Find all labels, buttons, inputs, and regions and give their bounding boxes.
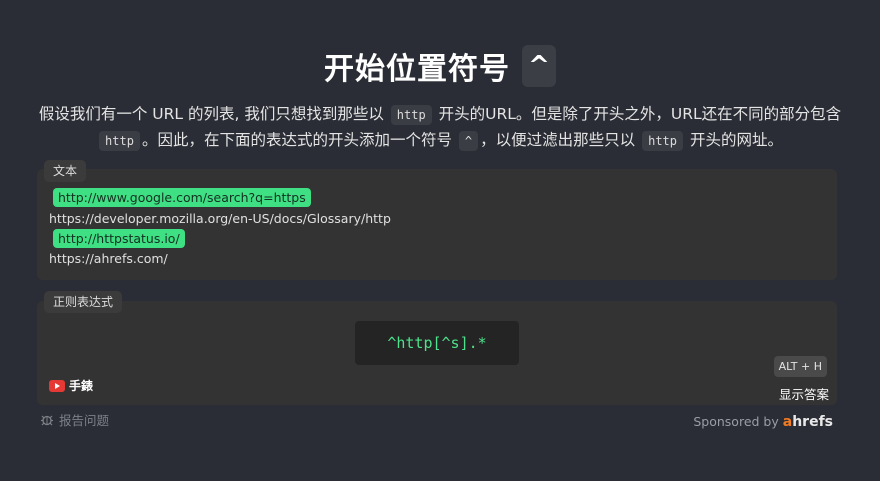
- page-title: 开始位置符号: [324, 52, 510, 87]
- url-line: https://developer.mozilla.org/en-US/docs…: [49, 211, 391, 226]
- url-line-matched: http://httpstatus.io/: [53, 229, 185, 248]
- ahrefs-logo: ahrefs: [782, 414, 833, 430]
- code-chip: ^: [458, 131, 479, 151]
- report-issue-label: 报告问题: [59, 413, 110, 428]
- bug-icon: [41, 415, 53, 425]
- youtube-icon: [49, 379, 65, 392]
- sponsor-link[interactable]: Sponsored by ahrefs: [693, 414, 833, 430]
- shortcut-badge: ALT + H: [773, 356, 827, 377]
- description-text: ，以便过滤出那些只以: [480, 131, 636, 149]
- page-title-row: 开始位置符号 ^: [0, 44, 880, 88]
- code-chip: http: [642, 131, 683, 151]
- caret-symbol-badge: ^: [522, 45, 556, 87]
- youtube-watch-label: 手錶: [69, 379, 94, 393]
- code-chip: http: [390, 105, 432, 125]
- url-line-matched: http://www.google.com/search?q=https: [53, 188, 311, 207]
- regex-input[interactable]: ^http[^s].*: [355, 321, 519, 365]
- code-chip: http: [99, 131, 140, 151]
- show-answer-button[interactable]: 显示答案: [779, 384, 829, 403]
- description: 假设我们有一个 URL 的列表, 我们只想找到那些以 http 开头的URL。但…: [36, 101, 844, 153]
- text-panel-tab: 文本: [44, 160, 87, 182]
- description-text: 开头的网址。: [689, 131, 783, 149]
- description-text: 开头的URL。但是除了开头之外，URL还在不同的部分包含: [438, 105, 842, 123]
- url-line: https://ahrefs.com/: [49, 251, 168, 266]
- youtube-watch-link[interactable]: 手錶: [49, 377, 93, 394]
- description-text: 。因此，在下面的表达式的开头添加一个符号: [141, 131, 452, 149]
- description-text: 假设我们有一个 URL 的列表, 我们只想找到那些以: [38, 105, 384, 123]
- regex-panel-tab: 正则表达式: [44, 291, 123, 313]
- sponsor-label: Sponsored by: [693, 414, 779, 429]
- report-issue-link[interactable]: 报告问题: [40, 410, 109, 429]
- text-panel: http://www.google.com/search?q=https htt…: [37, 169, 837, 280]
- regex-panel: ^http[^s].* 手錶 ALT + H 显示答案: [37, 301, 837, 405]
